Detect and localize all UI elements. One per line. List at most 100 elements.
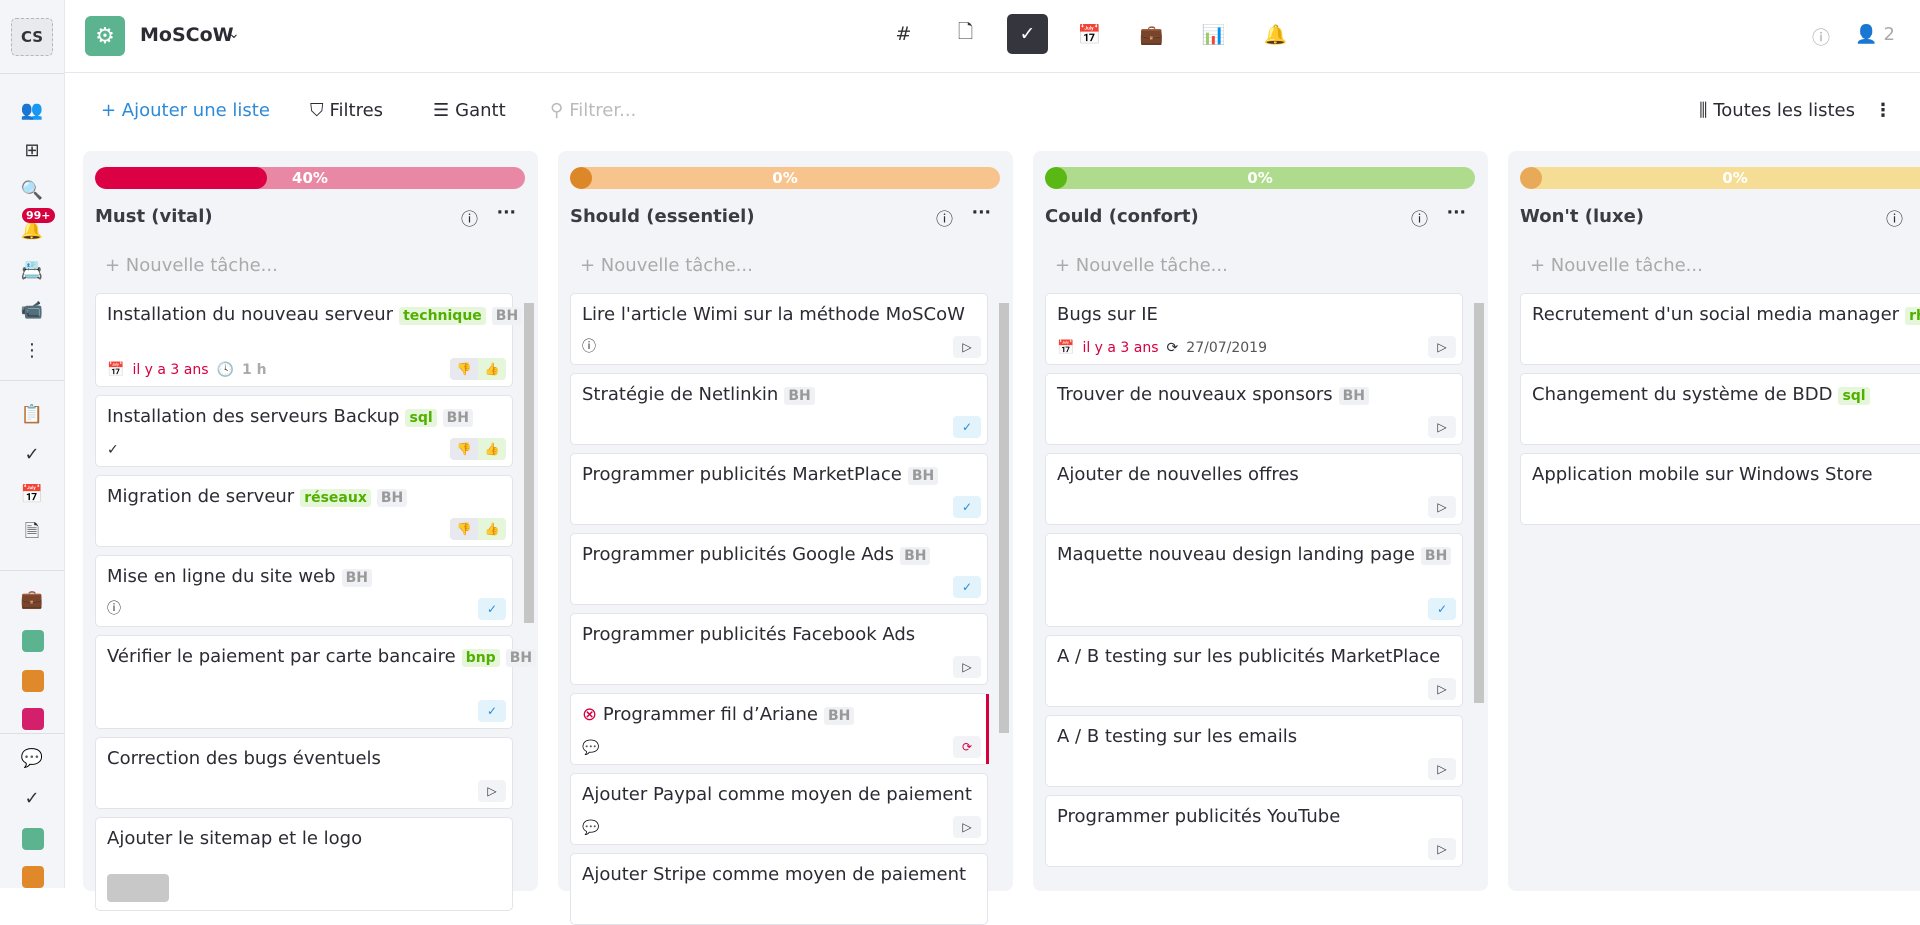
bell-icon[interactable]: 🔔: [1255, 14, 1296, 54]
tasks-check-icon[interactable]: ✓: [1007, 14, 1048, 54]
start-play-icon[interactable]: ▷: [1428, 678, 1456, 700]
check-icon[interactable]: ✓: [18, 784, 46, 812]
new-task-input[interactable]: + Nouvelle tâche...: [580, 255, 753, 276]
doc-check-icon[interactable]: 🗎: [18, 520, 46, 548]
video-icon[interactable]: 📹: [18, 296, 46, 324]
documents-icon[interactable]: 🗋: [945, 14, 986, 54]
task-card[interactable]: Ajouter Paypal comme moyen de paiement 💬 ▷: [570, 773, 988, 845]
scrollbar[interactable]: [998, 293, 1010, 893]
done-check-icon[interactable]: ✓: [1428, 598, 1456, 620]
list-title[interactable]: Could (confort): [1045, 206, 1199, 227]
workspace-pink-icon[interactable]: [22, 708, 44, 730]
start-play-icon[interactable]: ▷: [953, 336, 981, 358]
scrollbar-thumb[interactable]: [1474, 303, 1484, 703]
list-title[interactable]: Should (essentiel): [570, 206, 755, 227]
info-icon[interactable]: ⓘ: [582, 336, 596, 356]
done-check-icon[interactable]: ✓: [478, 700, 506, 722]
team-icon[interactable]: 👥: [18, 96, 46, 124]
task-card[interactable]: Programmer publicités Google Ads BH ✓: [570, 533, 988, 605]
project-title[interactable]: MoSCoW: [140, 24, 234, 46]
thumbs-down-icon[interactable]: 👎: [450, 438, 478, 460]
repeat-icon[interactable]: ⟳: [953, 736, 981, 758]
user-avatar[interactable]: CS: [11, 18, 53, 56]
info-icon[interactable]: ⓘ: [936, 205, 953, 230]
thumbs-up-icon[interactable]: 👍: [478, 438, 506, 460]
task-card[interactable]: Bugs sur IE 📅 il y a 3 ans ⟳ 27/07/2019 ▷: [1045, 293, 1463, 365]
info-icon[interactable]: ⓘ: [107, 598, 121, 618]
add-list-button[interactable]: + Ajouter une liste: [101, 100, 270, 121]
task-card[interactable]: Ajouter Stripe comme moyen de paiement: [570, 853, 988, 925]
more-icon[interactable]: ···: [972, 203, 991, 223]
workspace-moscow-icon[interactable]: [22, 828, 44, 850]
attachment-thumbnail[interactable]: [107, 874, 169, 902]
done-check-icon[interactable]: ✓: [953, 576, 981, 598]
start-play-icon[interactable]: ▷: [1428, 838, 1456, 860]
task-card[interactable]: Stratégie de Netlinkin BH ✓: [570, 373, 988, 445]
task-card[interactable]: Vérifier le paiement par carte bancaire b…: [95, 635, 537, 729]
stats-chart-icon[interactable]: 📊: [1193, 14, 1234, 54]
calendar-icon[interactable]: 📅: [18, 480, 46, 508]
task-card[interactable]: Maquette nouveau design landing page BH ✓: [1045, 533, 1463, 627]
workspace-orange-icon[interactable]: [22, 866, 44, 888]
start-play-icon[interactable]: ▷: [1428, 758, 1456, 780]
task-card[interactable]: Programmer publicités YouTube ▷: [1045, 795, 1463, 867]
info-icon[interactable]: ⓘ: [461, 205, 478, 230]
all-lists-button[interactable]: ⫼ Toutes les listes: [1699, 100, 1855, 121]
task-card[interactable]: Installation du nouveau serveur technique…: [95, 293, 523, 387]
task-card[interactable]: Programmer publicités Facebook Ads ▷: [570, 613, 988, 685]
members-button[interactable]: 👤 2: [1855, 24, 1895, 45]
new-task-input[interactable]: + Nouvelle tâche...: [105, 255, 278, 276]
task-card[interactable]: Migration de serveur réseaux BH 👎 👍: [95, 475, 513, 547]
task-card[interactable]: Correction des bugs éventuels ▷: [95, 737, 513, 809]
list-title[interactable]: Won't (luxe): [1520, 206, 1644, 227]
gantt-button[interactable]: ☰ Gantt: [433, 100, 506, 121]
task-card[interactable]: Ajouter de nouvelles offres ▷: [1045, 453, 1463, 525]
chat-icon[interactable]: 💬: [18, 744, 46, 772]
info-icon[interactable]: ⓘ: [1812, 24, 1830, 50]
briefcase-icon[interactable]: 💼: [1131, 14, 1172, 54]
start-play-icon[interactable]: ▷: [953, 656, 981, 678]
done-check-icon[interactable]: ✓: [478, 598, 506, 620]
task-card[interactable]: Lire l'article Wimi sur la méthode MoSCo…: [570, 293, 988, 365]
contacts-icon[interactable]: 📇: [18, 256, 46, 284]
channels-hash-icon[interactable]: #: [883, 14, 924, 54]
task-card[interactable]: Programmer publicités MarketPlace BH ✓: [570, 453, 988, 525]
thumbs-up-icon[interactable]: 👍: [478, 358, 506, 380]
start-play-icon[interactable]: ▷: [953, 816, 981, 838]
task-card[interactable]: Installation des serveurs Backup sql BH ✓ 👎 👍: [95, 395, 513, 467]
task-card[interactable]: Mise en ligne du site web BH ⓘ ✓: [95, 555, 513, 627]
task-card[interactable]: A / B testing sur les emails ▷: [1045, 715, 1463, 787]
new-task-input[interactable]: + Nouvelle tâche...: [1055, 255, 1228, 276]
chevron-down-icon[interactable]: ⌄: [228, 26, 240, 42]
task-card[interactable]: Changement du système de BDD sql: [1520, 373, 1920, 445]
scrollbar[interactable]: [523, 293, 535, 893]
thumbs-down-icon[interactable]: 👎: [450, 358, 478, 380]
task-card[interactable]: A / B testing sur les publicités MarketP…: [1045, 635, 1463, 707]
list-title[interactable]: Must (vital): [95, 206, 213, 227]
done-check-icon[interactable]: ✓: [953, 416, 981, 438]
comments-icon[interactable]: 💬: [582, 740, 599, 756]
start-play-icon[interactable]: ▷: [1428, 496, 1456, 518]
search-icon[interactable]: 🔍: [18, 176, 46, 204]
task-card[interactable]: Recrutement d'un social media managerrh: [1520, 293, 1920, 365]
more-icon[interactable]: ···: [1447, 203, 1466, 223]
clipboard-icon[interactable]: 📋: [18, 400, 46, 428]
workspace-moscow-icon[interactable]: [22, 630, 44, 652]
more-icon[interactable]: ⋮: [18, 336, 46, 364]
task-card[interactable]: ⊗ Programmer fil d’Ariane BH 💬 ⟳: [570, 693, 989, 765]
calendar-icon[interactable]: 📅: [1069, 14, 1110, 54]
task-card[interactable]: Application mobile sur Windows Store: [1520, 453, 1920, 525]
thumbs-down-icon[interactable]: 👎: [450, 518, 478, 540]
thumbs-up-icon[interactable]: 👍: [478, 518, 506, 540]
check-icon[interactable]: ✓: [18, 440, 46, 468]
filter-search[interactable]: ⚲ Filtrer...: [550, 100, 636, 121]
filters-button[interactable]: ⛉ Filtres: [310, 100, 383, 121]
start-play-icon[interactable]: ▷: [478, 780, 506, 802]
comments-icon[interactable]: 💬: [582, 820, 599, 836]
new-task-input[interactable]: + Nouvelle tâche...: [1530, 255, 1703, 276]
scrollbar[interactable]: [1473, 293, 1485, 893]
search-input[interactable]: Filtrer...: [569, 100, 636, 121]
briefcase-icon[interactable]: 💼: [18, 585, 46, 613]
scrollbar-thumb[interactable]: [524, 303, 534, 623]
start-play-icon[interactable]: ▷: [1428, 336, 1456, 358]
